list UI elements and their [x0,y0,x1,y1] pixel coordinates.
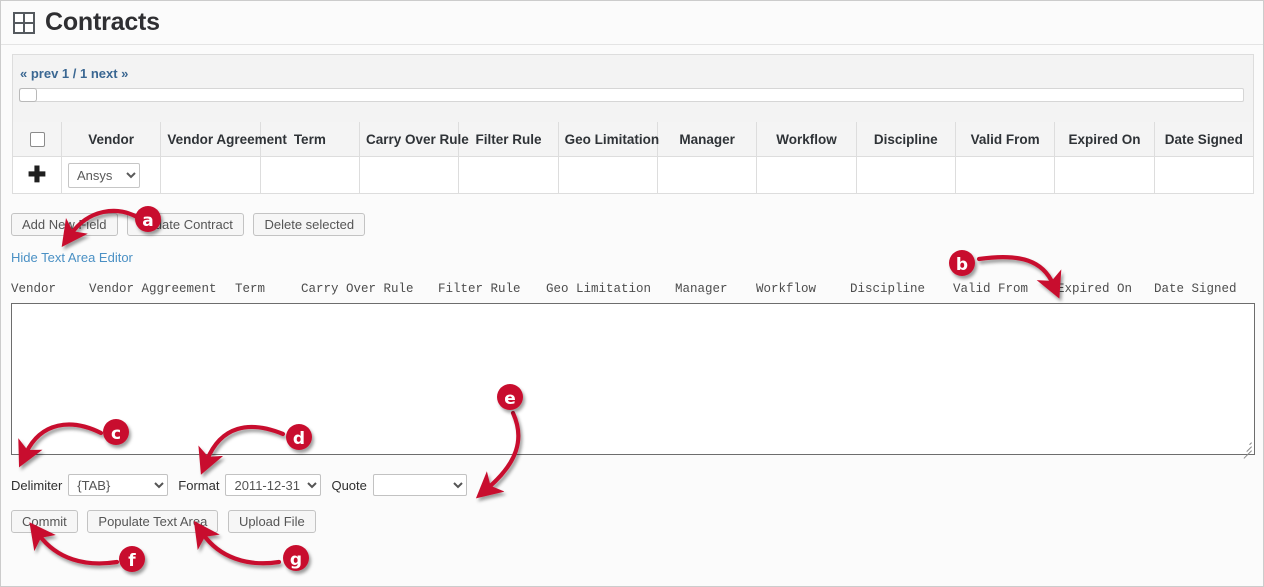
commit-button[interactable]: Commit [11,510,78,533]
horizontal-scrollbar[interactable] [19,88,1244,102]
mono-column-expired-on: Expired On [1057,282,1132,296]
pagination[interactable]: « prev 1 / 1 next » [20,66,128,81]
app-window: Contracts « prev 1 / 1 next » Vendor Ven… [0,0,1264,587]
text-area-editor-wrapper [11,303,1255,455]
cell-date-signed[interactable] [1154,157,1253,194]
column-header-workflow[interactable]: Workflow [757,122,856,157]
update-contract-button[interactable]: Update Contract [127,213,244,236]
populate-text-area-button[interactable]: Populate Text Area [87,510,218,533]
cell-workflow[interactable] [757,157,856,194]
badge-g-circle [283,545,309,571]
format-label: Format [178,478,219,493]
column-header-valid-from[interactable]: Valid From [955,122,1054,157]
page-header: Contracts [1,1,1263,45]
cell-expired-on[interactable] [1055,157,1154,194]
mono-column-date-signed: Date Signed [1154,282,1237,296]
hide-text-area-editor-link[interactable]: Hide Text Area Editor [11,250,133,265]
contracts-table: Vendor Vendor Agreement Term Carry Over … [12,122,1254,194]
badge-g-label: g [290,550,302,570]
arrow-f [39,535,117,563]
pagination-link[interactable]: « prev 1 / 1 next » [20,66,128,81]
text-area-editor[interactable] [12,304,1254,454]
badge-b-circle [949,250,975,276]
editor-options-row: Delimiter {TAB} Format 2011-12-31 Quote [11,474,477,496]
column-header-expired-on[interactable]: Expired On [1055,122,1154,157]
mono-column-valid-from: Valid From [953,282,1028,296]
cell-discipline[interactable] [856,157,955,194]
cell-term[interactable] [260,157,359,194]
cell-vendor: Ansys [62,157,161,194]
mono-column-discipline: Discipline [850,282,925,296]
page-title: Contracts [45,8,160,37]
column-header-date-signed[interactable]: Date Signed [1154,122,1253,157]
cell-valid-from[interactable] [955,157,1054,194]
mono-column-geo-limitation: Geo Limitation [546,282,651,296]
format-select[interactable]: 2011-12-31 [225,474,321,496]
table-header-row: Vendor Vendor Agreement Term Carry Over … [13,122,1254,157]
mono-column-vendor-aggreement: Vendor Aggreement [89,282,217,296]
column-header-carry-over-rule[interactable]: Carry Over Rule [359,122,458,157]
mono-column-legend: Vendor Vendor Aggreement Term Carry Over… [11,282,1255,300]
select-all-checkbox[interactable] [30,132,45,147]
mono-column-term: Term [235,282,265,296]
column-header-vendor-agreement[interactable]: Vendor Agreement [161,122,260,157]
quote-select[interactable] [373,474,467,496]
badge-f-label: f [128,551,136,571]
mono-column-carry-over-rule: Carry Over Rule [301,282,414,296]
cell-carry-over-rule[interactable] [359,157,458,194]
badge-b-label: b [956,255,968,275]
editor-action-buttons: Commit Populate Text Area Upload File [11,510,322,533]
arrow-b [979,257,1053,284]
delete-selected-button[interactable]: Delete selected [253,213,365,236]
cell-filter-rule[interactable] [459,157,558,194]
column-header-vendor[interactable]: Vendor [62,122,161,157]
cell-vendor-agreement[interactable] [161,157,260,194]
mono-column-manager: Manager [675,282,728,296]
quote-label: Quote [331,478,366,493]
add-row-button[interactable]: ✚ [13,157,62,194]
table-row-new: ✚ Ansys [13,157,1254,194]
upload-file-button[interactable]: Upload File [228,510,316,533]
arrow-g [203,534,279,563]
column-header-discipline[interactable]: Discipline [856,122,955,157]
mono-column-vendor: Vendor [11,282,56,296]
delimiter-select[interactable]: {TAB} [68,474,168,496]
column-header-geo-limitation[interactable]: Geo Limitation [558,122,657,157]
mono-column-filter-rule: Filter Rule [438,282,521,296]
cell-geo-limitation[interactable] [558,157,657,194]
column-header-manager[interactable]: Manager [657,122,756,157]
table-action-buttons: Add New Field Update Contract Delete sel… [11,213,371,236]
add-new-field-button[interactable]: Add New Field [11,213,118,236]
vendor-select[interactable]: Ansys [68,163,140,188]
delimiter-label: Delimiter [11,478,62,493]
mono-column-workflow: Workflow [756,282,816,296]
grid-icon [13,12,35,34]
column-header-filter-rule[interactable]: Filter Rule [459,122,558,157]
cell-manager[interactable] [657,157,756,194]
select-all-header [13,122,62,157]
badge-f-circle [119,546,145,572]
scrollbar-thumb[interactable] [19,88,37,102]
